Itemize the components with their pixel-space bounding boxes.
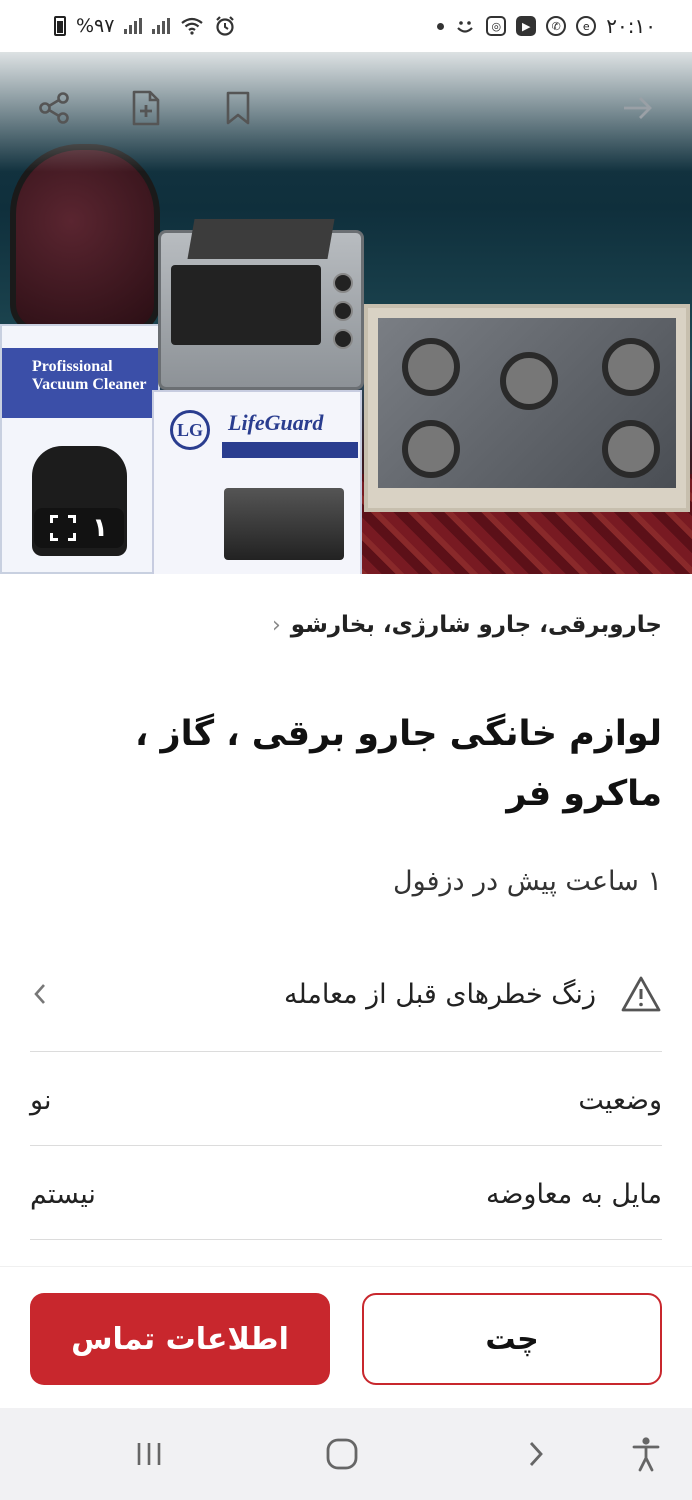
forward-button[interactable]: [614, 82, 662, 134]
arrow-forward-icon: [624, 97, 652, 119]
photo-oven: [158, 219, 364, 390]
recent-apps-icon: [137, 1443, 161, 1465]
chevron-left-icon: ‹: [271, 612, 281, 638]
attribute-label: مایل به معاوضه: [486, 1178, 662, 1210]
top-action-bar: [0, 82, 692, 134]
oven-box-brand: LifeGuard: [228, 410, 324, 435]
youtube-icon: ▶: [516, 16, 537, 36]
add-note-button[interactable]: [122, 82, 170, 134]
attribute-value: نو: [30, 1084, 52, 1116]
oven-box-logo: LG: [170, 410, 210, 450]
instagram-icon: ◎: [486, 16, 507, 36]
add-note-icon: [132, 90, 160, 126]
breadcrumb[interactable]: ‹ جاروبرقی، جارو شارژی، بخارشو: [30, 612, 662, 638]
contact-info-button[interactable]: اطلاعات تماس: [30, 1293, 330, 1385]
attribute-row-exchange: مایل به معاوضه نیستم: [30, 1164, 662, 1224]
status-left: %۹۷: [54, 15, 236, 37]
recent-apps-button[interactable]: [123, 1428, 175, 1480]
breadcrumb-text: جاروبرقی، جارو شارژی، بخارشو: [290, 612, 662, 638]
signal-icon: [124, 18, 143, 34]
wifi-icon: [181, 17, 204, 35]
home-icon: [326, 1438, 358, 1470]
share-button[interactable]: [30, 82, 78, 134]
page-title: لوازم خانگی جارو برقی ، گاز ، ماکرو فر: [134, 714, 662, 814]
divider: [30, 1239, 662, 1240]
bookmark-icon: [226, 91, 250, 125]
divider: [30, 1145, 662, 1146]
warning-icon: [621, 976, 661, 1012]
system-nav-bar: [0, 1408, 692, 1500]
photo-oven-box: LG LifeGuard: [152, 390, 362, 574]
image-counter[interactable]: ۱: [34, 508, 124, 548]
safety-warning-row[interactable]: زنگ خطرهای قبل از معامله: [30, 964, 662, 1024]
chat-button[interactable]: چت: [362, 1293, 662, 1385]
action-bar: اطلاعات تماس چت: [0, 1266, 692, 1408]
photo-vacuum: [10, 144, 160, 334]
app-e-icon: e: [576, 16, 597, 36]
attribute-value: نیستم: [30, 1178, 96, 1210]
status-bar: %۹۷ ◎ ▶ ✆ e ۲۰:۱۰: [0, 0, 692, 52]
posted-time-location: ۱ ساعت پیش در دزفول: [393, 866, 662, 897]
chevron-left-icon: [34, 984, 45, 1004]
accessibility-icon: [632, 1437, 660, 1472]
divider: [30, 1051, 662, 1052]
accessibility-button[interactable]: [620, 1428, 672, 1480]
notification-dot-icon: [437, 22, 445, 30]
clock: ۲۰:۱۰: [606, 14, 656, 38]
bookmark-button[interactable]: [214, 82, 262, 134]
safety-warning-label: زنگ خطرهای قبل از معامله: [283, 978, 596, 1010]
status-right: ◎ ▶ ✆ e ۲۰:۱۰: [437, 14, 656, 38]
photo-gas-stove: [364, 304, 690, 512]
battery-icon: [54, 16, 66, 36]
share-icon: [39, 92, 69, 124]
home-button[interactable]: [316, 1428, 368, 1480]
signal-icon-2: [152, 18, 171, 34]
fullscreen-icon: [50, 515, 77, 541]
alarm-icon: [216, 16, 235, 36]
chevron-right-icon: [529, 1442, 543, 1466]
attribute-label: وضعیت: [578, 1084, 662, 1116]
battery-level: %۹۷: [76, 15, 115, 37]
vacuum-box-label: Profissional Vacuum Cleaner: [32, 358, 147, 393]
attribute-row-condition: وضعیت نو: [30, 1070, 662, 1130]
image-counter-number: ۱: [92, 513, 108, 543]
smiley-icon: [457, 21, 474, 33]
back-button[interactable]: [510, 1428, 562, 1480]
whatsapp-icon: ✆: [546, 16, 567, 36]
